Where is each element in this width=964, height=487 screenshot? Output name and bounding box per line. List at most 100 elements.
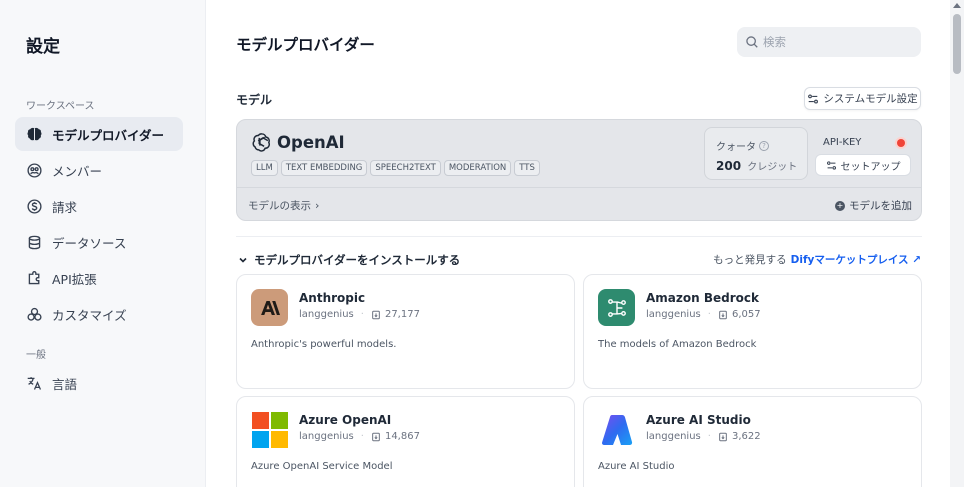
sidebar: 設定 ワークスペース モデルプロバイダー メンバー 請求 データソース API拡…	[0, 0, 206, 487]
sidebar-item-customize[interactable]: カスタマイズ	[15, 297, 183, 331]
search-box[interactable]	[737, 27, 921, 57]
plugin-description: Azure OpenAI Service Model	[251, 461, 393, 472]
chevron-down-icon	[239, 257, 247, 263]
more-prefix: もっと発見する	[713, 254, 787, 266]
sidebar-item-label: モデルプロバイダー	[52, 127, 165, 143]
sliders-icon	[826, 160, 836, 170]
meta-separator: ·	[360, 309, 364, 320]
sidebar-item-members[interactable]: メンバー	[15, 153, 183, 187]
plugin-name: Azure AI Studio	[646, 413, 751, 427]
show-models-label: モデルの表示	[248, 200, 311, 212]
sidebar-item-label: メンバー	[52, 163, 103, 179]
plugin-name: Amazon Bedrock	[646, 291, 759, 305]
plugin-meta: langgenius · 14,867	[299, 431, 420, 442]
section-divider	[236, 236, 922, 237]
tag-llm: LLM	[251, 160, 278, 176]
translate-icon	[25, 374, 43, 392]
sidebar-item-data-source[interactable]: データソース	[15, 225, 183, 259]
microsoft-logo-icon	[251, 411, 288, 448]
setup-button[interactable]: セットアップ	[815, 154, 911, 176]
billing-icon	[25, 197, 43, 215]
plugin-meta: langgenius · 6,057	[646, 309, 761, 320]
plugin-meta: langgenius · 3,622	[646, 431, 761, 442]
show-models-button[interactable]: モデルの表示 ›	[248, 198, 319, 213]
page-title: モデルプロバイダー	[236, 36, 375, 54]
quota-amount: 200	[716, 159, 742, 173]
provider-name: OpenAI	[277, 132, 345, 152]
plugin-author: langgenius	[646, 309, 701, 320]
meta-separator: ·	[360, 431, 364, 442]
provider-logo: OpenAI	[251, 131, 345, 153]
plugin-meta: langgenius · 27,177	[299, 309, 420, 320]
scrollbar[interactable]	[950, 0, 964, 487]
plugin-author: langgenius	[299, 309, 354, 320]
main-content: モデルプロバイダー モデル システムモデル設定 OpenAI LLM TEXT …	[207, 0, 948, 487]
tag-text-embedding: TEXT EMBEDDING	[280, 160, 368, 176]
plugin-card-azure-openai[interactable]: Azure OpenAI langgenius · 14,867 Azure O…	[236, 396, 575, 487]
section-workspace-label: ワークスペース	[26, 101, 95, 112]
download-icon	[719, 310, 727, 319]
marketplace-link[interactable]: もっと発見する Difyマーケットプレイス ↗	[713, 252, 921, 267]
plugin-description: The models of Amazon Bedrock	[598, 339, 757, 350]
database-icon	[25, 233, 43, 251]
api-key-label: API-KEY	[823, 137, 862, 148]
tag-moderation: MODERATION	[443, 160, 512, 176]
plugin-downloads: 6,057	[731, 309, 761, 320]
download-icon	[719, 432, 727, 441]
quota-label: クォータ ?	[716, 138, 769, 153]
sidebar-item-language[interactable]: 言語	[15, 366, 183, 400]
plugin-author: langgenius	[299, 431, 354, 442]
setup-label: セットアップ	[840, 161, 901, 173]
sidebar-item-model-provider[interactable]: モデルプロバイダー	[15, 117, 183, 151]
api-status-indicator	[897, 139, 905, 147]
install-section-title: モデルプロバイダーをインストールする	[254, 253, 461, 267]
plugin-name: Azure OpenAI	[299, 413, 392, 427]
system-model-settings-label: システムモデル設定	[823, 93, 918, 105]
sidebar-item-label: データソース	[52, 235, 127, 251]
sidebar-item-api-extension[interactable]: API拡張	[15, 261, 183, 295]
sidebar-item-label: 言語	[52, 376, 78, 392]
sidebar-title: 設定	[26, 37, 60, 57]
search-icon	[746, 36, 758, 48]
marketplace-label: Difyマーケットプレイス ↗	[790, 254, 921, 266]
anthropic-logo-icon	[251, 289, 288, 326]
sidebar-item-billing[interactable]: 請求	[15, 189, 183, 223]
sidebar-item-label: API拡張	[52, 271, 97, 287]
models-section-label: モデル	[236, 93, 273, 107]
tag-speech2text: SPEECH2TEXT	[370, 160, 441, 176]
sidebar-item-label: カスタマイズ	[52, 307, 127, 323]
plugin-downloads: 14,867	[384, 431, 420, 442]
system-model-settings-button[interactable]: システムモデル設定	[804, 87, 921, 110]
openai-logo-icon	[252, 133, 270, 152]
bedrock-logo-icon	[598, 289, 635, 326]
plugin-description: Azure AI Studio	[598, 461, 675, 472]
scroll-up-arrow-icon[interactable]	[953, 3, 961, 8]
add-model-button[interactable]: + モデルを追加	[835, 198, 912, 213]
api-key-box: API-KEY セットアップ	[811, 127, 917, 180]
divider	[237, 187, 921, 188]
plugin-card-azure-ai-studio[interactable]: Azure AI Studio langgenius · 3,622 Azure…	[583, 396, 922, 487]
plugin-author: langgenius	[646, 431, 701, 442]
plugin-card-anthropic[interactable]: Anthropic langgenius · 27,177 Anthropic'…	[236, 274, 575, 389]
help-icon[interactable]: ?	[759, 140, 769, 151]
scroll-thumb[interactable]	[953, 14, 961, 74]
plugin-downloads: 3,622	[731, 431, 761, 442]
install-section-toggle[interactable]: モデルプロバイダーをインストールする	[238, 252, 460, 268]
provider-card-openai: OpenAI LLM TEXT EMBEDDING SPEECH2TEXT MO…	[236, 119, 922, 221]
quota-unit: クレジット	[747, 162, 798, 173]
tag-tts: TTS	[514, 160, 540, 176]
members-icon	[25, 161, 43, 179]
search-input[interactable]	[763, 35, 913, 49]
section-general-label: 一般	[26, 350, 46, 361]
plugin-description: Anthropic's powerful models.	[251, 339, 397, 350]
download-icon	[372, 432, 380, 441]
plugin-name: Anthropic	[299, 291, 366, 305]
quota-value: 200 クレジット	[716, 158, 797, 173]
sidebar-item-label: 請求	[52, 199, 78, 215]
azure-logo-icon	[598, 411, 635, 448]
quota-label-text: クォータ	[716, 142, 756, 153]
sliders-icon	[808, 94, 819, 103]
brain-icon	[25, 125, 43, 143]
plugin-card-amazon-bedrock[interactable]: Amazon Bedrock langgenius · 6,057 The mo…	[583, 274, 922, 389]
chevron-right-icon: ›	[315, 199, 320, 212]
